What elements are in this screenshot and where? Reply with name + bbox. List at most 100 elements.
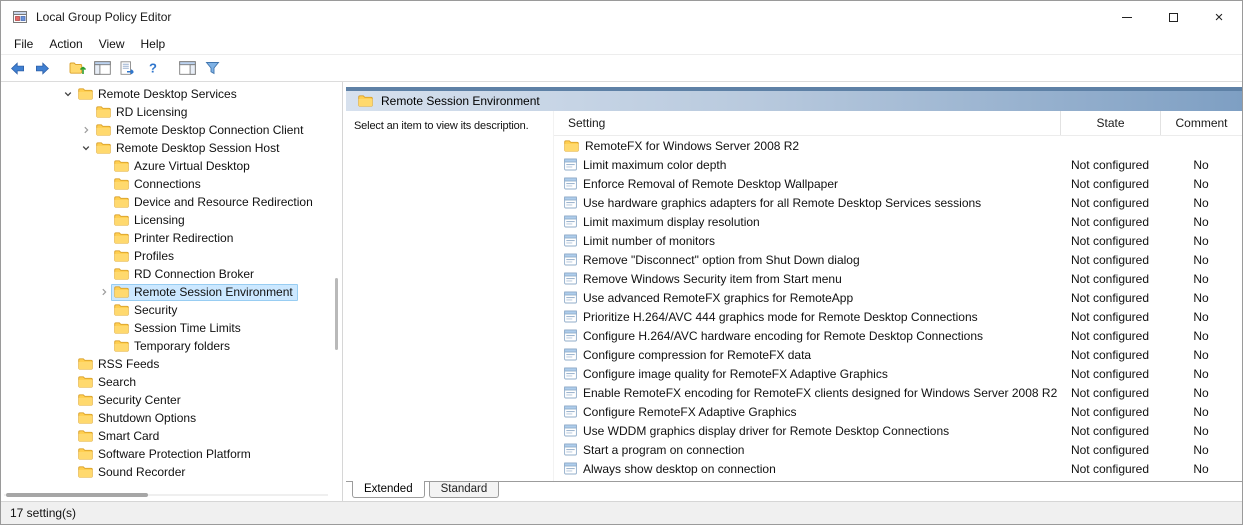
folder-icon <box>114 322 129 334</box>
menu-action[interactable]: Action <box>41 35 90 53</box>
setting-name: Enable RemoteFX encoding for RemoteFX cl… <box>583 386 1060 400</box>
setting-row[interactable]: Always show desktop on connectionNot con… <box>554 459 1242 478</box>
tree-item-remote-desktop-connection-client[interactable]: Remote Desktop Connection Client <box>1 121 342 139</box>
content-body: Select an item to view its description. … <box>346 111 1242 481</box>
export-list-button[interactable] <box>115 57 140 80</box>
setting-row[interactable]: Use hardware graphics adapters for all R… <box>554 193 1242 212</box>
titlebar[interactable]: Local Group Policy Editor × <box>1 1 1242 33</box>
policy-setting-icon <box>564 405 577 418</box>
tree-item-label: Security Center <box>98 393 181 407</box>
setting-comment: No <box>1160 291 1242 305</box>
setting-row[interactable]: Remove "Disconnect" option from Shut Dow… <box>554 250 1242 269</box>
setting-comment: No <box>1160 234 1242 248</box>
setting-row[interactable]: Remove Windows Security item from Start … <box>554 269 1242 288</box>
setting-state: Not configured <box>1060 424 1160 438</box>
policy-setting-icon <box>564 158 577 171</box>
policy-setting-icon <box>564 291 577 304</box>
tree-item-rd-licensing[interactable]: RD Licensing <box>1 103 342 121</box>
tree-item-session-time-limits[interactable]: Session Time Limits <box>1 319 342 337</box>
setting-row[interactable]: Configure RemoteFX Adaptive GraphicsNot … <box>554 402 1242 421</box>
setting-row[interactable]: Use advanced RemoteFX graphics for Remot… <box>554 288 1242 307</box>
statusbar: 17 setting(s) <box>1 501 1242 524</box>
menu-file[interactable]: File <box>6 35 41 53</box>
setting-state: Not configured <box>1060 310 1160 324</box>
tree-item-remote-session-environment[interactable]: Remote Session Environment <box>1 283 342 301</box>
content-header-title: Remote Session Environment <box>381 94 540 108</box>
setting-row[interactable]: Limit maximum color depthNot configuredN… <box>554 155 1242 174</box>
tree-item-licensing[interactable]: Licensing <box>1 211 342 229</box>
show-console-tree-button[interactable] <box>90 57 115 80</box>
tree-vertical-scrollbar[interactable] <box>335 278 338 350</box>
close-button[interactable]: × <box>1196 1 1242 33</box>
setting-name: Limit maximum color depth <box>583 158 726 172</box>
setting-row[interactable]: Configure compression for RemoteFX dataN… <box>554 345 1242 364</box>
back-button[interactable] <box>5 57 30 80</box>
tab-extended[interactable]: Extended <box>352 481 425 498</box>
tree-item-smart-card[interactable]: Smart Card <box>1 427 342 445</box>
policy-setting-icon <box>564 443 577 456</box>
tree-item-azure-virtual-desktop[interactable]: Azure Virtual Desktop <box>1 157 342 175</box>
setting-row[interactable]: Prioritize H.264/AVC 444 graphics mode f… <box>554 307 1242 326</box>
tree-item-label: Temporary folders <box>134 339 230 353</box>
setting-row[interactable]: RemoteFX for Windows Server 2008 R2 <box>554 136 1242 155</box>
content-header: Remote Session Environment <box>346 91 1242 111</box>
setting-name: Prioritize H.264/AVC 444 graphics mode f… <box>583 310 978 324</box>
chevron-down-icon[interactable] <box>61 89 75 99</box>
tree-item-security-center[interactable]: Security Center <box>1 391 342 409</box>
setting-name: Enforce Removal of Remote Desktop Wallpa… <box>583 177 838 191</box>
chevron-right-icon[interactable] <box>79 125 93 135</box>
up-one-level-button[interactable] <box>65 57 90 80</box>
close-icon: × <box>1215 10 1224 25</box>
column-header-setting[interactable]: Setting <box>554 111 1060 135</box>
setting-row[interactable]: Limit maximum display resolutionNot conf… <box>554 212 1242 231</box>
column-header-state[interactable]: State <box>1060 111 1160 135</box>
setting-row[interactable]: Start a program on connectionNot configu… <box>554 440 1242 459</box>
chevron-right-icon[interactable] <box>97 287 111 297</box>
tree-item-sound-recorder[interactable]: Sound Recorder <box>1 463 342 481</box>
tree-horizontal-scrollbar[interactable] <box>4 492 328 498</box>
menu-view[interactable]: View <box>91 35 133 53</box>
setting-name: Limit number of monitors <box>583 234 715 248</box>
tree-item-label: Licensing <box>134 213 185 227</box>
help-button[interactable]: ? <box>140 57 165 80</box>
minimize-button[interactable] <box>1104 1 1150 33</box>
chevron-down-icon[interactable] <box>79 143 93 153</box>
tree-item-security[interactable]: Security <box>1 301 342 319</box>
setting-row[interactable]: Limit number of monitorsNot configuredNo <box>554 231 1242 250</box>
tree-item-remote-desktop-services[interactable]: Remote Desktop Services <box>1 85 342 103</box>
filter-button[interactable] <box>200 57 225 80</box>
policy-setting-icon <box>564 196 577 209</box>
menu-help[interactable]: Help <box>133 35 174 53</box>
tree-item-search[interactable]: Search <box>1 373 342 391</box>
scrollbar-thumb[interactable] <box>6 493 148 497</box>
tree-item-device-and-resource-redirection[interactable]: Device and Resource Redirection <box>1 193 342 211</box>
forward-button[interactable] <box>30 57 55 80</box>
tree-item-label: Device and Resource Redirection <box>134 195 313 209</box>
tree-item-connections[interactable]: Connections <box>1 175 342 193</box>
tree-item-software-protection-platform[interactable]: Software Protection Platform <box>1 445 342 463</box>
folder-icon <box>114 340 129 352</box>
tree-item-rss-feeds[interactable]: RSS Feeds <box>1 355 342 373</box>
tree-item-shutdown-options[interactable]: Shutdown Options <box>1 409 342 427</box>
setting-row[interactable]: Enable RemoteFX encoding for RemoteFX cl… <box>554 383 1242 402</box>
tree-item-temporary-folders[interactable]: Temporary folders <box>1 337 342 355</box>
setting-comment: No <box>1160 272 1242 286</box>
tab-standard[interactable]: Standard <box>429 482 500 498</box>
setting-row[interactable]: Enforce Removal of Remote Desktop Wallpa… <box>554 174 1242 193</box>
show-action-pane-button[interactable] <box>175 57 200 80</box>
setting-comment: No <box>1160 443 1242 457</box>
folder-icon <box>114 232 129 244</box>
tree-item-label: Profiles <box>134 249 174 263</box>
tree-item-remote-desktop-session-host[interactable]: Remote Desktop Session Host <box>1 139 342 157</box>
tree-item-profiles[interactable]: Profiles <box>1 247 342 265</box>
toolbar: ? <box>1 55 1242 82</box>
setting-row[interactable]: Use WDDM graphics display driver for Rem… <box>554 421 1242 440</box>
setting-row[interactable]: Configure image quality for RemoteFX Ada… <box>554 364 1242 383</box>
policy-setting-icon <box>564 253 577 266</box>
tree-item-label: Smart Card <box>98 429 159 443</box>
tree-item-printer-redirection[interactable]: Printer Redirection <box>1 229 342 247</box>
tree-item-rd-connection-broker[interactable]: RD Connection Broker <box>1 265 342 283</box>
column-header-comment[interactable]: Comment <box>1160 111 1242 135</box>
setting-row[interactable]: Configure H.264/AVC hardware encoding fo… <box>554 326 1242 345</box>
maximize-button[interactable] <box>1150 1 1196 33</box>
